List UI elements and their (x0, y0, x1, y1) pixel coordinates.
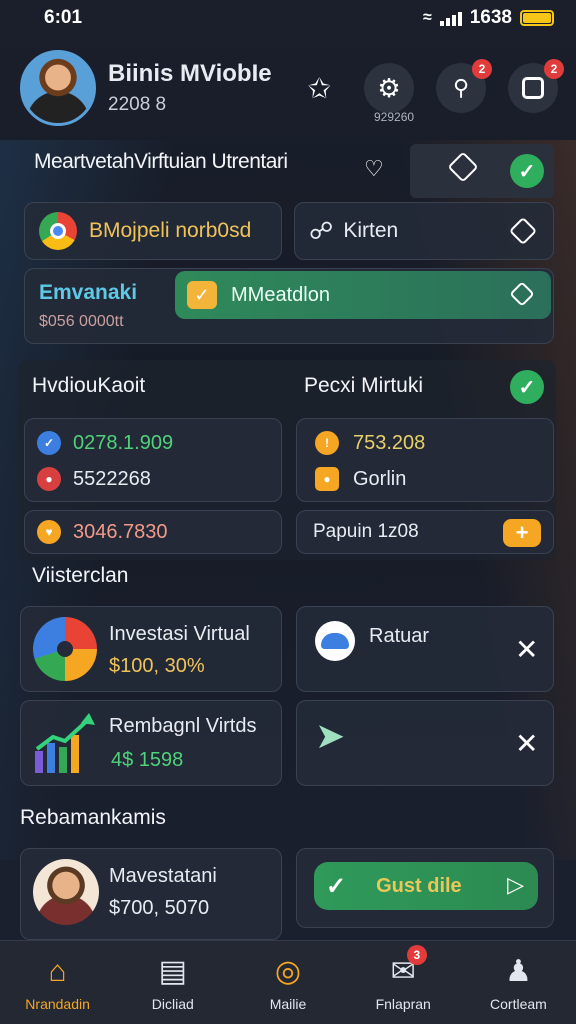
gear-caption: 929260 (374, 110, 415, 124)
add-button[interactable]: + (503, 519, 541, 547)
rocket-icon: ➤ (315, 715, 346, 756)
stat-value: Gorlin (353, 467, 407, 490)
settings-button[interactable]: ⚙ (364, 63, 414, 113)
growth-chart-icon (35, 713, 95, 773)
search-button[interactable]: ⚲ 2 (436, 59, 492, 113)
camera-icon: ● (315, 467, 339, 491)
pie-chart-icon (33, 617, 97, 681)
card-rembagnl[interactable]: Rembagnl Virtds 4$ 1598 (20, 700, 282, 786)
nav-item-home[interactable]: ⌂ Nrandadin (0, 941, 115, 1024)
gust-button[interactable]: ✓ Gust dile ▷ (314, 862, 538, 910)
nav-item-cortleam[interactable]: ♟ Cortleam (461, 941, 576, 1024)
stats-right-title: Pecxi Mirtuki (304, 374, 424, 397)
stat-value: 5522268 (73, 467, 151, 490)
stats-right-action[interactable]: Papuin 1z08 + (296, 510, 554, 554)
signal-icon (439, 10, 462, 26)
home-icon: ⌂ (48, 954, 67, 988)
check-icon: ✓ (37, 431, 61, 455)
card-mavestatani-title: Mavestatani (109, 865, 217, 887)
search-icon: ⚲ (452, 75, 470, 100)
tag-icon[interactable] (509, 281, 535, 307)
nav-label: Mailie (269, 995, 307, 1012)
profile-header: Biinis MViobIe 2208 8 ✩ ⚙ ⚲ 2 2 (20, 48, 564, 128)
avatar (33, 859, 99, 925)
record-icon: ● (37, 467, 61, 491)
status-bar: 6:01 ≈ 1638 (0, 0, 576, 36)
user-name: Biinis MViobIe (108, 60, 272, 87)
device-icon (522, 77, 544, 99)
stats-right-card[interactable]: ! 753.208 ● Gorlin (296, 418, 554, 502)
device-button[interactable]: 2 (508, 59, 564, 113)
kirten-chip-label: Kirten (343, 219, 399, 242)
promo-title: Emvanaki (39, 281, 138, 304)
notification-badge: 3 (406, 945, 427, 965)
stat-value: 753.208 (353, 431, 426, 454)
tag-icon[interactable] (508, 216, 538, 246)
stat-total: 3046.7830 (73, 520, 168, 543)
nav-item-dicliad[interactable]: ▤ Dicliad (115, 941, 230, 1024)
card-rembagnl-title: Rembagnl Virtds (109, 715, 257, 737)
chart-icon: ▤ (158, 954, 187, 988)
bottom-nav: ⌂ Nrandadin ▤ Dicliad ◎ Mailie ✉ 3 Fnlap… (0, 940, 576, 1024)
feature-row-title: MeartvetahVirftuian Utrentari (34, 150, 288, 173)
mail-icon: ✓ (187, 281, 217, 309)
battery-icon (520, 10, 554, 26)
status-clock: 1638 (469, 7, 512, 28)
wifi-icon: ≈ (422, 9, 432, 26)
shield-icon: ! (315, 431, 339, 455)
card-investasi-value: $100, 30% (109, 655, 205, 677)
nav-label: Nrandadin (25, 995, 90, 1012)
check-icon: ✓ (326, 872, 347, 900)
browser-chip[interactable]: BMojpeli norb0sd (24, 202, 282, 260)
close-icon[interactable]: ✕ (515, 727, 538, 760)
nav-label: Dicliad (151, 995, 194, 1012)
card-investasi-title: Investasi Virtual (109, 623, 250, 645)
promo-card[interactable]: Emvanaki $056 0000tt ✓ MMeatdlon (24, 268, 554, 344)
nav-label: Fnlapran (375, 995, 431, 1012)
avatar[interactable] (20, 50, 96, 126)
status-time: 6:01 (44, 7, 83, 28)
card-mavestatani[interactable]: Mavestatani $700, 5070 (20, 848, 282, 940)
promo-pill-label: MMeatdlon (231, 283, 330, 306)
notification-badge: 2 (472, 59, 492, 79)
nav-item-mailie[interactable]: ◎ Mailie (230, 941, 345, 1024)
heart-icon[interactable]: ♡ (364, 156, 384, 182)
section-rebamankamis: Rebamankamis (20, 806, 166, 829)
card-rembagnl-value: 4$ 1598 (111, 749, 184, 771)
close-icon[interactable]: ✕ (515, 633, 538, 666)
card-investasi[interactable]: Investasi Virtual $100, 30% (20, 606, 282, 692)
browser-chip-label: BMojpeli norb0sd (89, 219, 252, 242)
stats-left-title: HvdiouKaoit (32, 374, 146, 397)
section-visterclan: Viisterclan (32, 564, 129, 587)
card-ratuar[interactable]: Ratuar ✕ (296, 606, 554, 692)
stat-value: 0278.1.909 (73, 431, 174, 454)
link-icon: ☍ (309, 217, 334, 245)
card-ratuar-title: Ratuar (369, 625, 430, 647)
nav-item-fnlapran[interactable]: ✉ 3 Fnlapran (346, 941, 461, 1024)
card-rocket[interactable]: ➤ ✕ (296, 700, 554, 786)
check-icon[interactable]: ✓ (510, 154, 544, 188)
notification-badge: 2 (544, 59, 564, 79)
nav-label: Cortleam (490, 995, 547, 1012)
chrome-icon (39, 212, 77, 250)
stats-left-card[interactable]: ✓ 0278.1.909 ● 5522268 (24, 418, 282, 502)
stats-left-total[interactable]: ♥ 3046.7830 (24, 510, 282, 554)
person-icon: ♟ (504, 954, 532, 988)
check-icon[interactable]: ✓ (510, 370, 544, 404)
stats-right-action-label: Papuin 1z08 (313, 521, 419, 542)
target-icon: ◎ (274, 954, 302, 988)
promo-pill[interactable]: ✓ MMeatdlon (175, 271, 551, 319)
coin-icon: ♥ (37, 520, 61, 544)
chevron-right-icon: ▷ (507, 872, 524, 897)
kirten-chip[interactable]: ☍ Kirten (294, 202, 554, 260)
card-mavestatani-value: $700, 5070 (109, 897, 210, 919)
gust-button-label: Gust dile (376, 874, 462, 897)
gear-icon: ⚙ (377, 72, 401, 103)
star-icon[interactable]: ✩ (308, 72, 331, 105)
user-id: 2208 8 (108, 94, 167, 115)
helmet-icon (315, 621, 355, 661)
promo-subtitle: $056 0000tt (39, 313, 124, 330)
